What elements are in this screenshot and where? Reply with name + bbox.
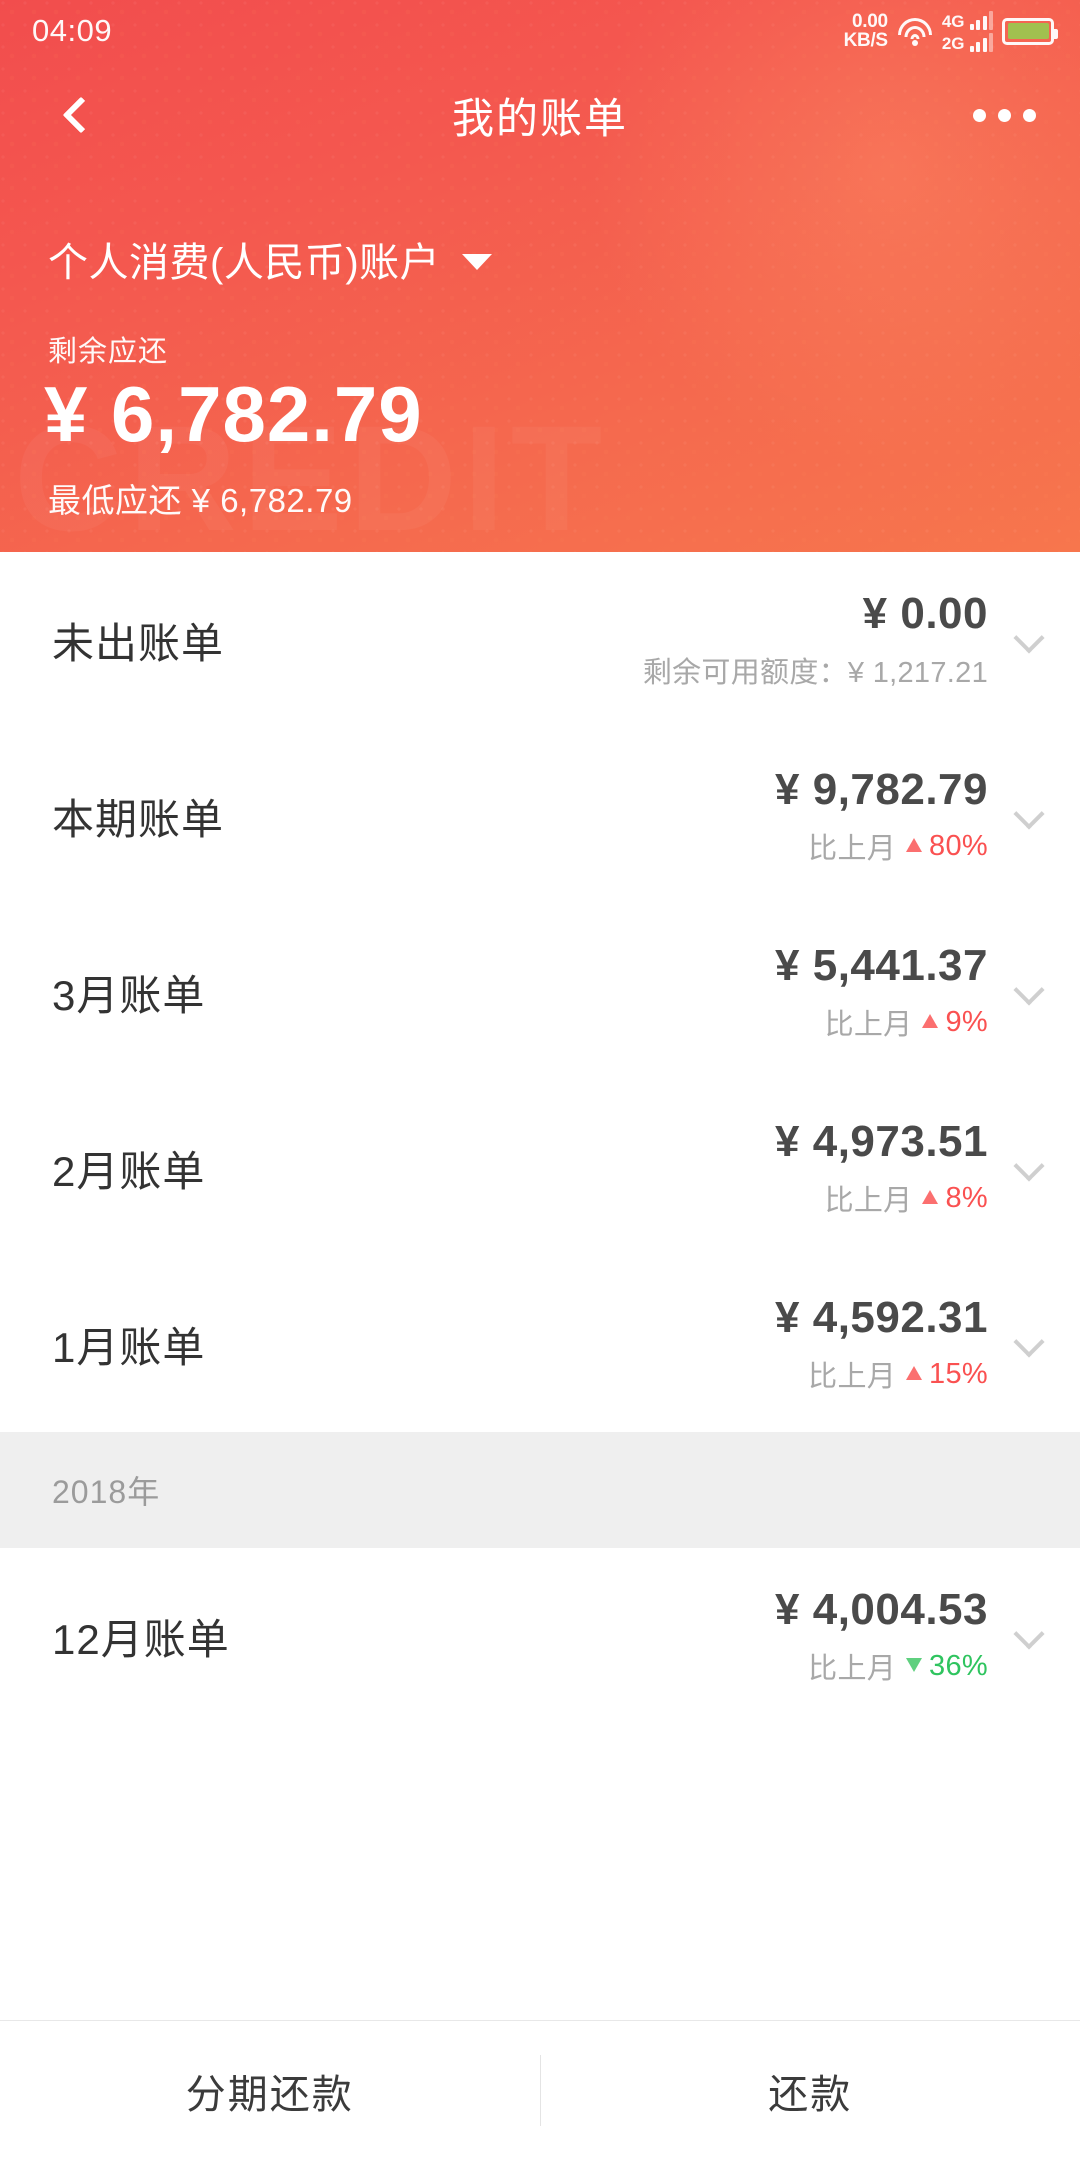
repay-button[interactable]: 还款 [541, 2021, 1080, 2160]
sim2-network-label: 2G [941, 33, 965, 53]
bill-trend-pct: 36% [929, 1649, 988, 1682]
account-selector[interactable]: 个人消费(人民币)账户 [0, 168, 1080, 288]
back-button[interactable] [44, 78, 118, 152]
bill-row-unbilled[interactable]: 未出账单 ¥ 0.00 剩余可用额度：¥ 1,217.21 [0, 552, 1080, 728]
bill-trend-pct: 9% [945, 1005, 988, 1038]
arrow-up-icon [922, 1190, 939, 1204]
arrow-up-icon [906, 1366, 923, 1380]
bill-trend-pct: 15% [929, 1357, 988, 1390]
chevron-down-icon[interactable] [1013, 1326, 1045, 1358]
battery-icon [1002, 17, 1058, 45]
bill-values: ¥ 4,592.31 比上月 15% [775, 1293, 988, 1395]
bill-subtext: 比上月 9% [825, 1001, 988, 1043]
bill-name: 未出账单 [52, 619, 225, 667]
page-title: 我的账单 [451, 94, 628, 142]
bill-dates: 账单日：4月15日 还款日：5月3日 [0, 522, 1080, 552]
bill-amount: ¥ 9,782.79 [775, 765, 988, 814]
bill-name: 本期账单 [52, 795, 225, 843]
account-name: 个人消费(人民币)账户 [48, 241, 441, 285]
bill-row-december[interactable]: 12月账单 ¥ 4,004.53 比上月 36% [0, 1548, 1080, 1724]
bill-row-february[interactable]: 2月账单 ¥ 4,973.51 比上月 8% [0, 1080, 1080, 1256]
status-time: 04:09 [32, 13, 113, 48]
status-icons: 0.00 KB/S 4G 2G [843, 10, 1058, 53]
bill-sub-label: 比上月 [824, 1185, 913, 1217]
bottom-action-bar: 分期还款 还款 [0, 2020, 1080, 2160]
chevron-down-icon[interactable] [1013, 1150, 1045, 1182]
bill-sub-label: 比上月 [808, 1653, 897, 1685]
signal-bars-icon [969, 10, 993, 30]
bill-row-current[interactable]: 本期账单 ¥ 9,782.79 比上月 80% [0, 728, 1080, 904]
network-speed-indicator: 0.00 KB/S [843, 11, 889, 51]
bill-name: 2月账单 [52, 1147, 206, 1195]
bill-amount: ¥ 4,592.31 [775, 1293, 988, 1342]
installment-repay-button[interactable]: 分期还款 [0, 2021, 540, 2160]
year-separator: 2018年 [0, 1432, 1080, 1548]
more-horizontal-icon [1023, 108, 1036, 122]
network-speed-unit: KB/S [843, 30, 889, 51]
bill-list: 未出账单 ¥ 0.00 剩余可用额度：¥ 1,217.21 本期账单 ¥ 9,7… [0, 552, 1080, 2020]
status-bar: 04:09 0.00 KB/S 4G 2G [0, 0, 1080, 62]
more-horizontal-icon [973, 108, 986, 122]
nav-bar: 我的账单 [0, 62, 1080, 168]
bill-values: ¥ 9,782.79 比上月 80% [775, 765, 988, 867]
bill-sub-label: 比上月 [824, 1009, 913, 1041]
chevron-left-icon [62, 96, 100, 134]
sim1-network-label: 4G [941, 11, 965, 31]
more-options-button[interactable] [973, 108, 1036, 122]
bill-amount: ¥ 4,973.51 [775, 1117, 988, 1166]
bill-amount: ¥ 5,441.37 [775, 941, 988, 990]
chevron-down-icon[interactable] [1013, 622, 1045, 654]
bill-amount: ¥ 4,004.53 [775, 1585, 988, 1634]
sim2-signal: 2G [941, 32, 993, 53]
bill-values: ¥ 4,004.53 比上月 36% [775, 1585, 988, 1687]
bill-subtext: 比上月 8% [825, 1177, 988, 1219]
bill-row-january[interactable]: 1月账单 ¥ 4,592.31 比上月 15% [0, 1256, 1080, 1432]
remaining-due-amount: ¥ 6,782.79 [44, 370, 423, 458]
network-speed-value: 0.00 [852, 11, 888, 32]
signal-bars-icon [969, 32, 993, 52]
header-panel: CREDIT 04:09 0.00 KB/S 4G [0, 0, 1080, 552]
bill-subtext: 比上月 36% [808, 1645, 988, 1687]
chevron-down-icon[interactable] [1013, 798, 1045, 830]
chevron-down-icon[interactable] [1013, 974, 1045, 1006]
bill-name: 1月账单 [52, 1323, 206, 1371]
bill-values: ¥ 0.00 剩余可用额度：¥ 1,217.21 [643, 589, 988, 691]
bill-values: ¥ 5,441.37 比上月 9% [775, 941, 988, 1043]
bill-row-march[interactable]: 3月账单 ¥ 5,441.37 比上月 9% [0, 904, 1080, 1080]
bill-subtext: 比上月 15% [808, 1353, 988, 1395]
bill-subtext: 剩余可用额度：¥ 1,217.21 [643, 649, 988, 691]
bill-values: ¥ 4,973.51 比上月 8% [775, 1117, 988, 1219]
signal-indicators: 4G 2G [941, 10, 993, 53]
arrow-down-icon [906, 1658, 923, 1672]
bill-trend-pct: 8% [945, 1181, 988, 1214]
sim1-signal: 4G [941, 10, 993, 31]
arrow-up-icon [922, 1014, 939, 1028]
bill-screen: CREDIT 04:09 0.00 KB/S 4G [0, 0, 1080, 2160]
bill-sub-label: 剩余可用额度：¥ 1,217.21 [642, 657, 988, 689]
remaining-due-label: 剩余应还 [48, 336, 169, 368]
bill-sub-label: 比上月 [808, 1361, 897, 1393]
chevron-down-icon[interactable] [1013, 1618, 1045, 1650]
wifi-icon [897, 16, 933, 46]
more-horizontal-icon [998, 108, 1011, 122]
bill-sub-label: 比上月 [808, 833, 897, 865]
bill-name: 12月账单 [52, 1615, 230, 1663]
chevron-down-icon [462, 253, 493, 270]
bill-subtext: 比上月 80% [808, 825, 988, 867]
bill-amount: ¥ 0.00 [862, 589, 988, 638]
minimum-due-text: 最低应还 ¥ 6,782.79 [48, 481, 353, 519]
arrow-up-icon [906, 838, 923, 852]
bill-name: 3月账单 [52, 971, 206, 1019]
bill-trend-pct: 80% [929, 829, 988, 862]
